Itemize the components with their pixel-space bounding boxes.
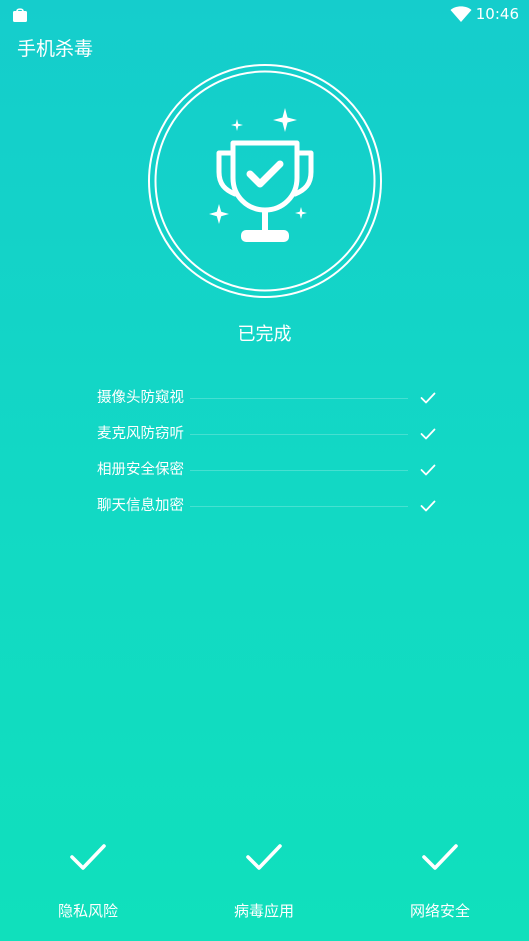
check-icon xyxy=(420,464,436,476)
list-item: 聊天信息加密 xyxy=(97,488,436,524)
check-icon xyxy=(422,844,458,870)
feature-label: 摄像头防窥视 xyxy=(97,390,184,406)
protection-feature-list: 摄像头防窥视 麦克风防窃听 相册安全保密 聊天信息加密 xyxy=(97,380,436,524)
check-icon xyxy=(420,500,436,512)
status-bar: 10:46 xyxy=(0,0,529,30)
list-item: 麦克风防窃听 xyxy=(97,416,436,452)
list-item: 相册安全保密 xyxy=(97,452,436,488)
divider xyxy=(190,397,408,399)
tab-privacy-risk[interactable]: 隐私风险 xyxy=(8,838,168,921)
wifi-icon xyxy=(450,6,472,22)
check-icon xyxy=(420,392,436,404)
trophy-check-icon xyxy=(148,64,382,298)
bag-icon xyxy=(13,8,27,22)
status-time: 10:46 xyxy=(475,5,519,23)
list-item: 摄像头防窥视 xyxy=(97,380,436,416)
check-icon xyxy=(246,844,282,870)
tab-label: 隐私风险 xyxy=(57,902,118,920)
divider xyxy=(190,469,408,471)
check-icon xyxy=(70,844,106,870)
tab-label: 病毒应用 xyxy=(233,902,294,920)
tab-label: 网络安全 xyxy=(409,902,470,920)
page-title: 手机杀毒 xyxy=(17,38,94,60)
tab-virus-apps[interactable]: 病毒应用 xyxy=(184,838,344,921)
bottom-tab-bar: 隐私风险 病毒应用 网络安全 xyxy=(0,838,529,928)
scan-status-label: 已完成 xyxy=(237,324,292,345)
divider xyxy=(190,433,408,435)
divider xyxy=(190,505,408,507)
feature-label: 相册安全保密 xyxy=(97,462,184,478)
check-icon xyxy=(420,428,436,440)
feature-label: 麦克风防窃听 xyxy=(97,426,184,442)
tab-network-security[interactable]: 网络安全 xyxy=(360,838,520,921)
feature-label: 聊天信息加密 xyxy=(97,498,184,514)
